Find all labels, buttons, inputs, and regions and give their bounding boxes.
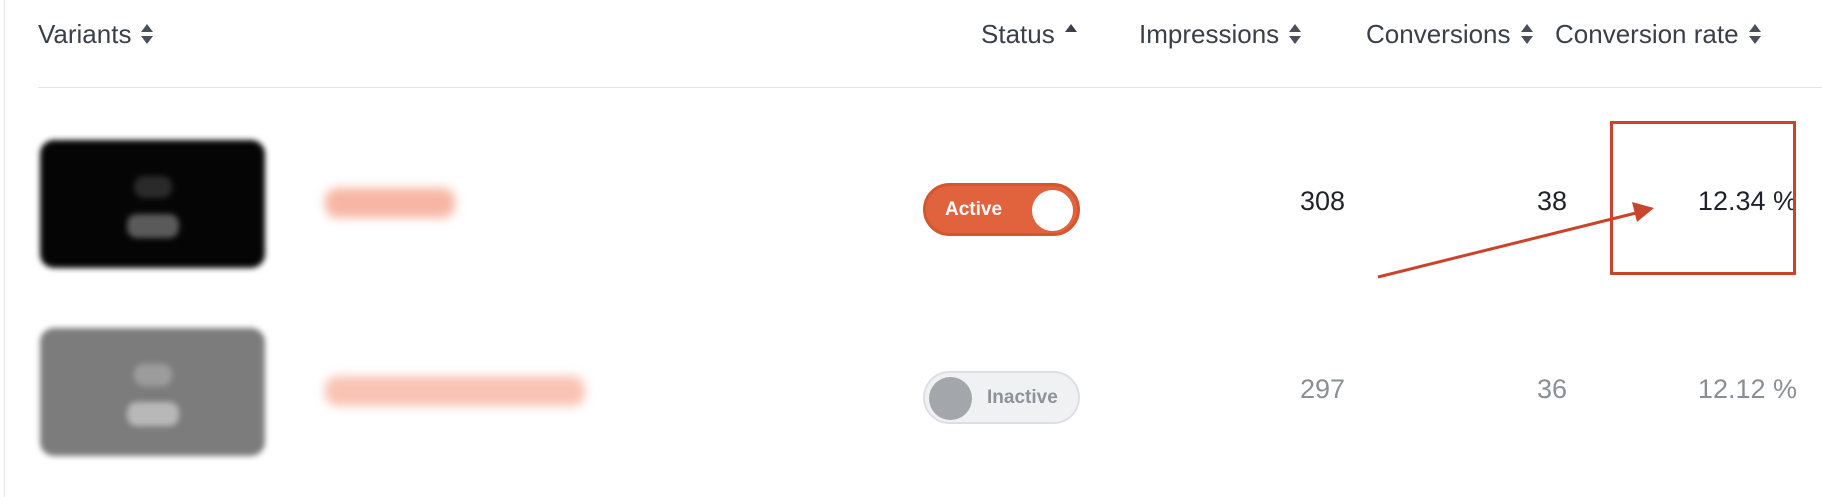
sort-up-down-icon[interactable] [1520,22,1536,46]
variant-thumbnail[interactable] [40,328,265,456]
variant-thumbnail[interactable] [40,140,265,268]
column-header-label: Conversion rate [1555,18,1739,49]
column-header-conversion-rate[interactable]: Conversion rate [1555,17,1764,51]
column-header-status[interactable]: Status [981,17,1080,51]
column-header-label: Impressions [1139,18,1280,49]
sort-up-down-icon[interactable] [1288,22,1304,46]
table-row[interactable]: Inactive 297 36 12.12 % [38,296,1822,486]
conversion-rate-value: 12.12 % [1697,374,1797,404]
impressions-value: 297 [1299,374,1345,404]
sort-up-down-icon[interactable] [140,22,156,46]
annotation-highlight-box [1610,121,1796,275]
column-header-conversions[interactable]: Conversions [1366,17,1536,51]
conversions-value: 38 [1536,186,1567,216]
impressions-value: 308 [1299,186,1345,216]
conversions-value: 36 [1536,374,1567,404]
toggle-knob [1032,190,1073,231]
left-divider [0,0,5,497]
column-header-label: Conversions [1366,18,1511,49]
sort-asc-icon[interactable] [1064,22,1080,46]
column-header-variants[interactable]: Variants [38,17,156,51]
variant-name-link[interactable] [325,188,455,218]
column-header-impressions[interactable]: Impressions [1139,17,1304,51]
table-header: Variants Status Impressions Conversions [38,0,1822,88]
status-toggle[interactable]: Active [923,183,1080,236]
status-toggle-label: Inactive [987,386,1058,408]
status-toggle[interactable]: Inactive [923,371,1080,424]
column-header-label: Status [981,18,1055,49]
variants-table: Variants Status Impressions Conversions [38,0,1822,497]
column-header-label: Variants [38,18,132,49]
status-toggle-label: Active [945,198,1003,220]
table-row[interactable]: Active 308 38 12.34 % [38,108,1822,298]
toggle-knob [929,377,972,420]
variant-name-link[interactable] [325,376,585,406]
sort-up-down-icon[interactable] [1748,22,1764,46]
